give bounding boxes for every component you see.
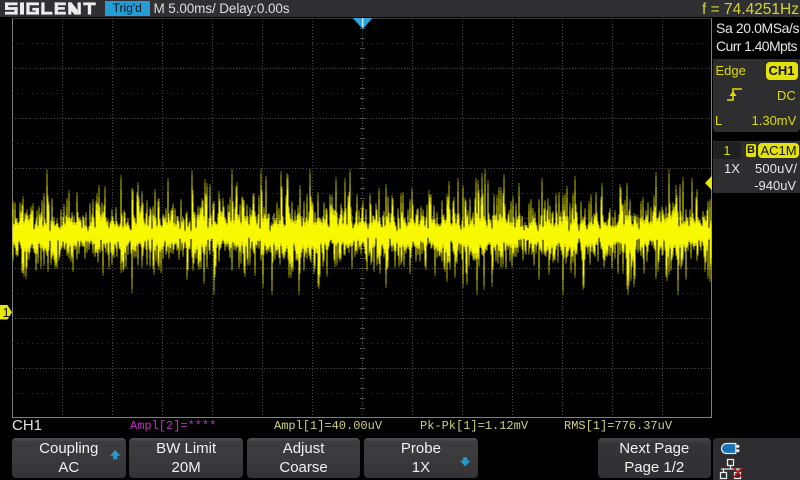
svg-text:1: 1 (3, 305, 10, 320)
